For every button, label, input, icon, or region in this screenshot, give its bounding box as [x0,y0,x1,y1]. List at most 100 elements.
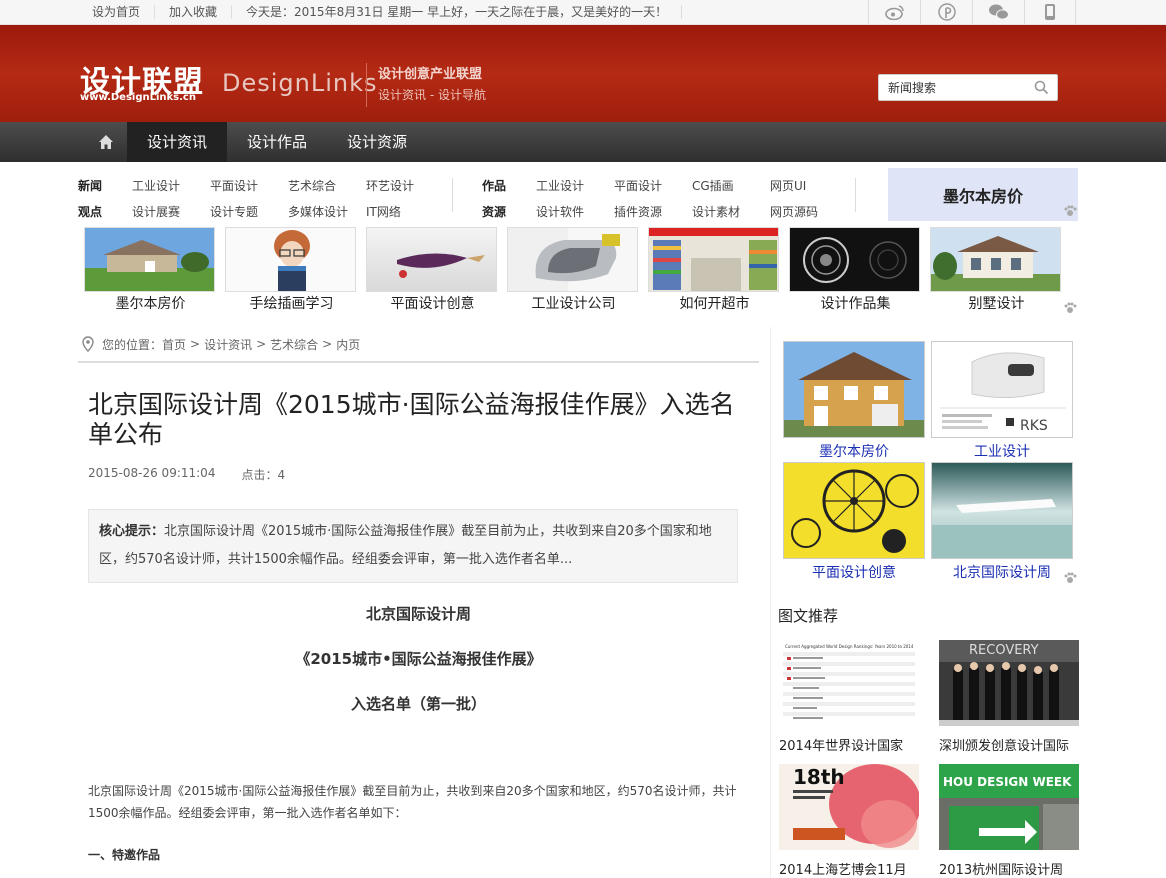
sidebar-image[interactable]: RKS [931,341,1073,438]
thumb-card[interactable]: 墨尔本房价 [84,227,217,313]
sidebar-card[interactable]: 平面设计创意 [783,462,925,582]
recommend-image[interactable]: 18th [779,764,919,850]
subnav-link[interactable]: 多媒体设计 [288,203,366,220]
recommend-item[interactable]: HOU DESIGN WEEK 2013杭州国际设计周 [939,764,1081,878]
nav-design-resources[interactable]: 设计资源 [327,122,427,162]
paw-icon [1064,572,1077,583]
subnav-link[interactable]: 设计展赛 [132,203,210,220]
recommend-item[interactable]: 18th 2014上海艺博会11月 [779,764,921,878]
article-section-heading: 一、特邀作品 [88,848,161,862]
breadcrumb-art[interactable]: 艺术综合 [270,336,318,353]
recommend-caption[interactable]: 深圳颁发创意设计国际 [939,735,1084,754]
subnav-heading[interactable]: 新闻 [78,177,132,194]
logo-divider [366,63,367,107]
subnav-heading[interactable]: 资源 [482,203,536,220]
subnav-link[interactable]: 工业设计 [132,177,210,194]
recommend-image[interactable]: Current Aggregated World Design Rankings… [779,640,919,726]
summary-text: 北京国际设计周《2015城市·国际公益海报佳作展》截至目前为止，共收到来自20多… [99,524,712,567]
thumb-image[interactable] [225,227,356,292]
thumb-caption[interactable]: 墨尔本房价 [84,293,217,313]
sidebar-caption[interactable]: 北京国际设计周 [931,562,1073,582]
svg-text:RKS: RKS [1020,418,1048,434]
home-icon[interactable] [85,122,127,162]
thumb-card[interactable]: 工业设计公司 [507,227,640,313]
weibo-icon[interactable] [868,0,920,24]
subnav-link[interactable]: 设计软件 [536,203,614,220]
subnav-heading[interactable]: 作品 [482,177,536,194]
recommend-image[interactable]: RECOVERY [939,640,1079,726]
paw-icon [1064,302,1077,313]
set-homepage-link[interactable]: 设为首页 [78,5,156,19]
breadcrumb-sep: > [322,337,333,351]
subnav-link[interactable]: 设计素材 [692,203,770,220]
thumb-card[interactable]: 别墅设计 [930,227,1063,313]
article-title: 北京国际设计周《2015城市·国际公益海报佳作展》入选名单公布 [88,390,735,449]
ad-melbourne-house[interactable]: 墨尔本房价 [888,168,1078,221]
sidebar-card[interactable]: 北京国际设计周 [931,462,1073,582]
thumb-caption[interactable]: 工业设计公司 [507,293,640,313]
subnav-link[interactable]: 艺术综合 [288,177,366,194]
nav-design-works[interactable]: 设计作品 [227,122,327,162]
thumb-card[interactable]: 手绘插画学习 [225,227,358,313]
recommend-caption[interactable]: 2013杭州国际设计周 [939,859,1084,878]
breadcrumb-home[interactable]: 您的位置：首页 [102,336,186,353]
subnav-heading[interactable]: 观点 [78,203,132,220]
recommend-item[interactable]: Current Aggregated World Design Rankings… [779,640,921,754]
breadcrumb: 您的位置：首页 > 设计资讯 > 艺术综合 > 内页 [78,327,759,363]
subnav-link[interactable]: IT网络 [366,203,444,220]
thumb-image[interactable] [84,227,215,292]
thumb-image[interactable] [366,227,497,292]
subnav-link[interactable]: 环艺设计 [366,177,444,194]
subnav-link[interactable]: 网页源码 [770,203,848,220]
subnav-link[interactable]: 网页UI [770,177,848,194]
svg-text:HOU DESIGN WEEK: HOU DESIGN WEEK [943,775,1072,789]
recommend-image[interactable]: HOU DESIGN WEEK [939,764,1079,850]
thumb-caption[interactable]: 设计作品集 [789,293,922,313]
subnav-link[interactable]: 工业设计 [536,177,614,194]
search-icon[interactable] [1034,80,1049,98]
sidebar-image[interactable] [783,341,925,438]
thumb-image[interactable] [789,227,920,292]
article-date: 2015-08-26 09:11:04 [88,466,216,480]
mobile-icon[interactable] [1024,0,1076,24]
sidebar-caption[interactable]: 工业设计 [931,441,1073,461]
subnav-link[interactable]: 平面设计 [210,177,288,194]
top-bar: 设为首页 加入收藏 今天是：2015年8月31日 星期一 早上好，一天之际在于晨… [0,0,1166,25]
subnav-link[interactable]: 设计专题 [210,203,288,220]
date-greeting: 今天是：2015年8月31日 星期一 早上好，一天之际在于晨，又是美好的一天！ [232,5,683,19]
sidebar-card[interactable]: RKS 工业设计 [931,341,1073,461]
subnav-link[interactable]: 插件资源 [614,203,692,220]
recommend-caption[interactable]: 2014年世界设计国家 [779,735,924,754]
breadcrumb-design-news[interactable]: 设计资讯 [204,336,252,353]
search-input[interactable] [879,75,1029,100]
thumb-image[interactable] [507,227,638,292]
sidebar-card[interactable]: 墨尔本房价 [783,341,925,461]
thumb-card[interactable]: 设计作品集 [789,227,922,313]
logo-english[interactable]: DesignLinks [222,69,378,97]
wechat-icon[interactable] [972,0,1024,24]
thumb-caption[interactable]: 平面设计创意 [366,293,499,313]
article-paragraph: 北京国际设计周《2015城市·国际公益海报佳作展》截至目前为止，共收到来自20多… [88,784,737,820]
thumb-image[interactable] [930,227,1061,292]
recommend-title: 图文推荐 [778,607,839,625]
add-favorite-link[interactable]: 加入收藏 [155,5,233,19]
sidebar-caption[interactable]: 平面设计创意 [783,562,925,582]
article-heading-1: 北京国际设计周 [365,605,471,623]
sidebar-image[interactable] [783,462,925,559]
thumb-caption[interactable]: 手绘插画学习 [225,293,358,313]
thumb-card[interactable]: 平面设计创意 [366,227,499,313]
thumb-caption[interactable]: 如何开超市 [648,293,781,313]
thumb-card[interactable]: 如何开超市 [648,227,781,313]
sidebar-image[interactable] [931,462,1073,559]
pinterest-icon[interactable] [920,0,972,24]
article-heading-3: 入选名单（第一批） [350,695,486,713]
recommend-caption[interactable]: 2014上海艺博会11月 [779,859,924,878]
sidebar-caption[interactable]: 墨尔本房价 [783,441,925,461]
subnav-link[interactable]: CG插画 [692,177,770,194]
thumb-caption[interactable]: 别墅设计 [930,293,1063,313]
nav-design-news[interactable]: 设计资讯 [127,122,228,162]
thumb-image[interactable] [648,227,779,292]
recommend-item[interactable]: RECOVERY 深圳颁发创意设计国际 [939,640,1081,754]
svg-text:18th: 18th [793,765,845,789]
subnav-link[interactable]: 平面设计 [614,177,692,194]
